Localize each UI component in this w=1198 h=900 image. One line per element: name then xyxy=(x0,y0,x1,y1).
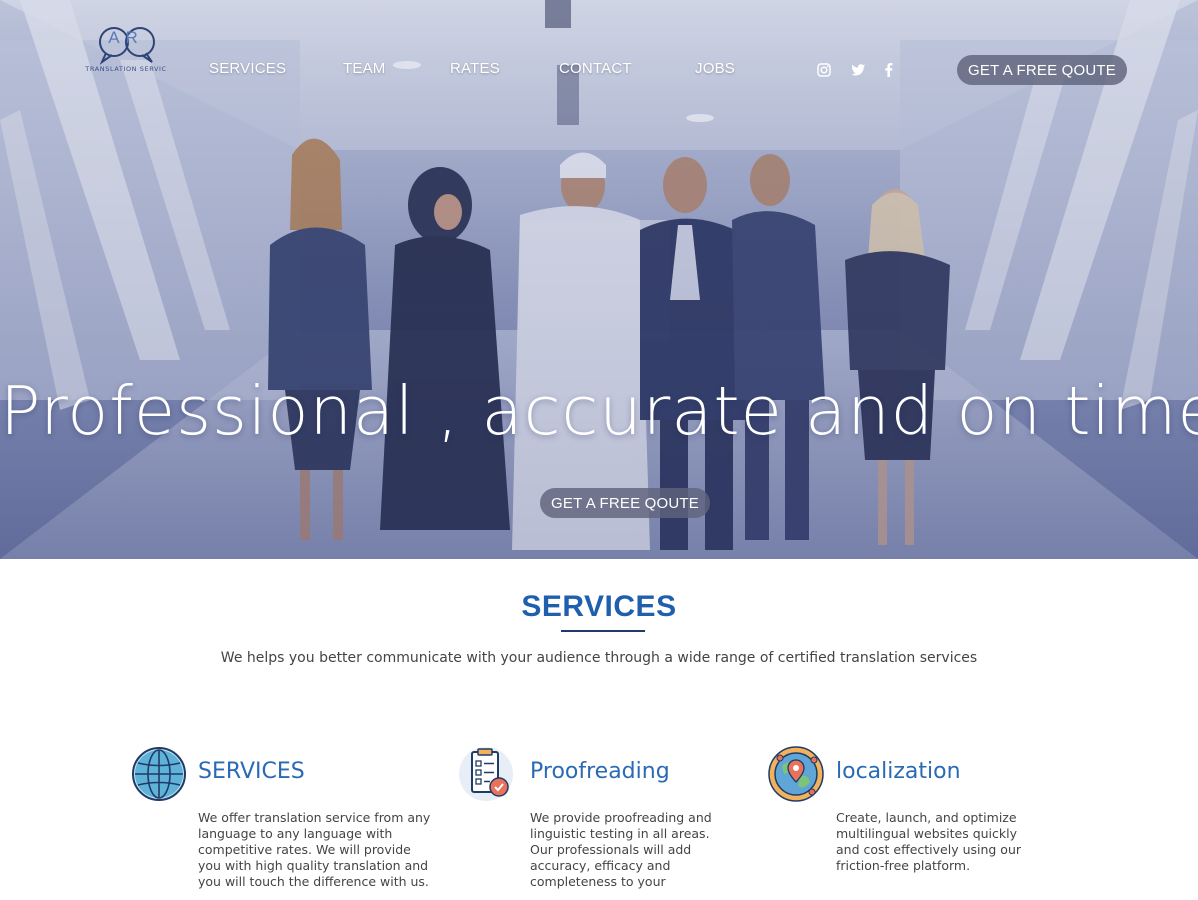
card-text-line: completeness to your xyxy=(530,874,666,889)
logo-text: TRANSLATION SERVIC xyxy=(85,65,167,73)
twitter-icon[interactable] xyxy=(850,62,866,78)
facebook-icon[interactable] xyxy=(881,62,897,78)
card-text-localization: Create, launch, and optimize multilingua… xyxy=(836,810,1056,874)
card-text-line: multilingual websites quickly xyxy=(836,826,1017,841)
card-text-line: We provide proofreading and xyxy=(530,810,712,825)
card-text-services: We offer translation service from any la… xyxy=(198,810,438,890)
card-text-line: you will touch the difference with us. xyxy=(198,874,429,889)
card-text-line: language to any language with xyxy=(198,826,393,841)
hero-headline: Professional , accurate and on time xyxy=(0,372,1198,450)
card-text-line: Our professionals will add xyxy=(530,842,692,857)
nav-contact[interactable]: CONTACT xyxy=(559,60,632,77)
card-text-proofreading: We provide proofreading and linguistic t… xyxy=(530,810,750,890)
get-quote-button-hero[interactable]: GET A FREE QOUTE xyxy=(540,488,710,518)
checklist-icon xyxy=(459,747,513,801)
card-text-line: Create, launch, and optimize xyxy=(836,810,1017,825)
hero-banner: AR TRANSLATION SERVIC SERVICES TEAM RATE… xyxy=(0,0,1198,559)
logo-letters: AR xyxy=(108,28,144,47)
card-text-line: We offer translation service from any xyxy=(198,810,431,825)
services-section-subtitle: We helps you better communicate with you… xyxy=(220,650,978,666)
globe-icon xyxy=(132,747,186,801)
instagram-icon[interactable] xyxy=(816,62,832,78)
get-quote-button-header[interactable]: GET A FREE QOUTE xyxy=(957,55,1127,85)
nav-rates[interactable]: RATES xyxy=(450,60,500,77)
brand-logo[interactable]: AR TRANSLATION SERVIC xyxy=(84,22,168,78)
nav-services[interactable]: SERVICES xyxy=(209,60,286,77)
card-title-services: SERVICES xyxy=(198,759,305,784)
world-location-icon xyxy=(768,746,824,802)
card-text-line: and cost effectively using our xyxy=(836,842,1022,857)
card-text-line: accuracy, efficacy and xyxy=(530,858,671,873)
card-text-line: linguistic testing in all areas. xyxy=(530,826,710,841)
card-text-line: friction-free platform. xyxy=(836,858,971,873)
nav-team[interactable]: TEAM xyxy=(343,60,385,77)
card-text-line: competitive rates. We will provide xyxy=(198,842,411,857)
title-underline xyxy=(561,630,645,632)
card-text-line: you with high quality translation and xyxy=(198,858,429,873)
card-title-proofreading: Proofreading xyxy=(530,759,670,784)
nav-jobs[interactable]: JOBS xyxy=(695,60,735,77)
card-title-localization: localization xyxy=(836,759,961,784)
services-section-title: SERVICES xyxy=(521,590,677,623)
